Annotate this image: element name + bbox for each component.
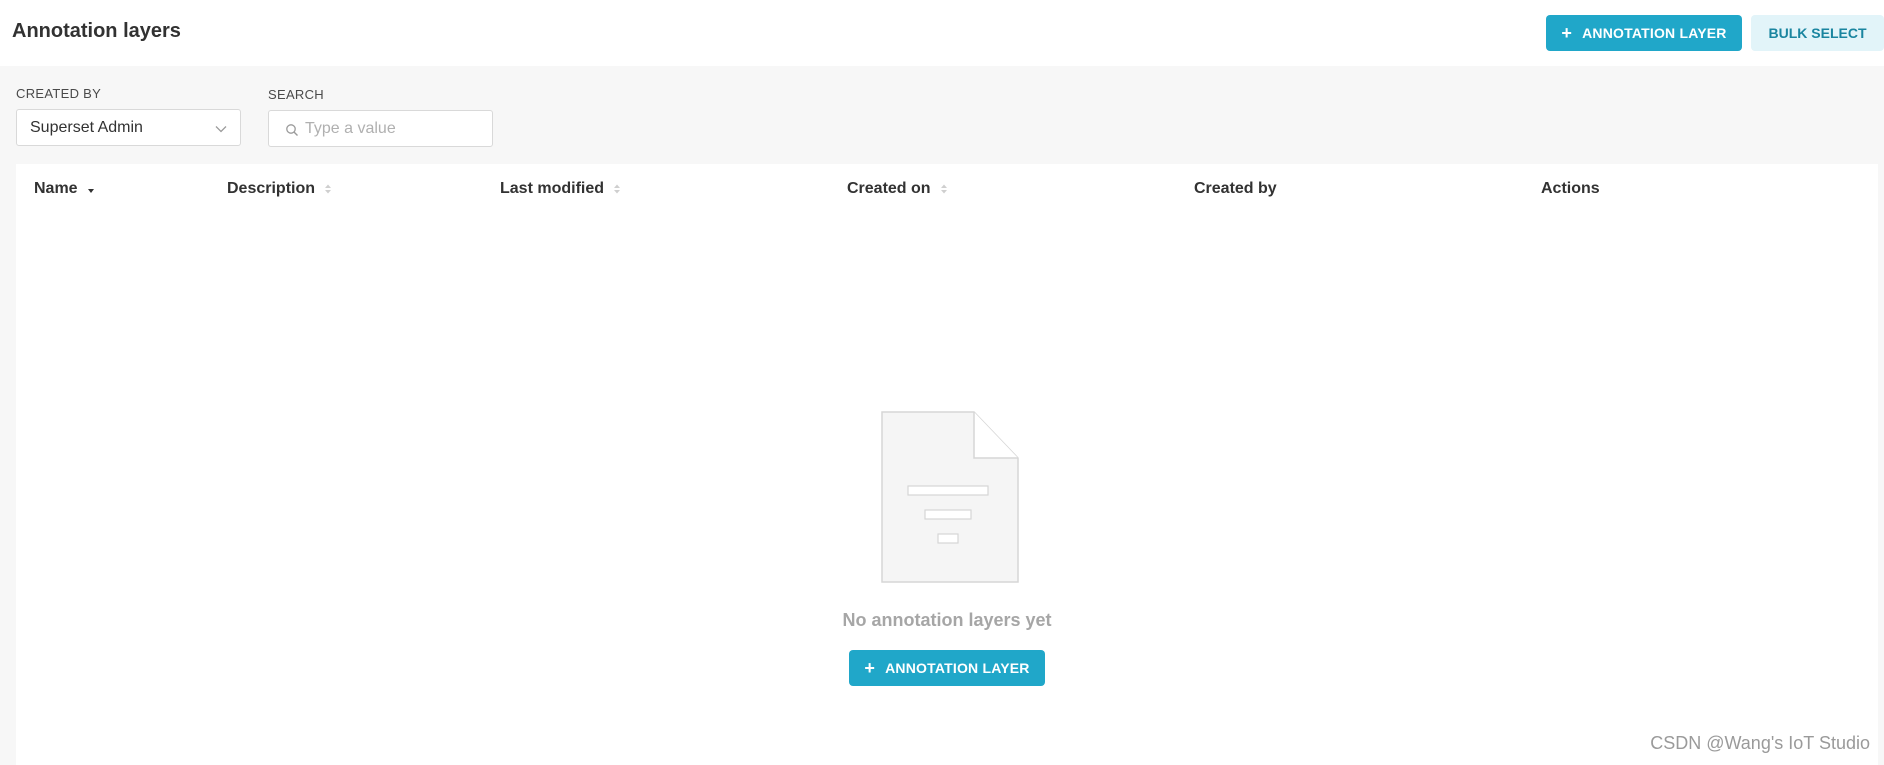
sort-icon xyxy=(614,184,621,194)
created-by-value: Superset Admin xyxy=(30,118,143,136)
column-header-last-modified[interactable]: Last modified xyxy=(500,180,621,198)
plus-icon: + xyxy=(864,658,876,678)
search-input[interactable] xyxy=(305,119,485,138)
bulk-select-button[interactable]: BULK SELECT xyxy=(1751,15,1884,51)
empty-add-annotation-layer-button[interactable]: + ANNOTATION LAYER xyxy=(849,650,1045,686)
column-header-description[interactable]: Description xyxy=(227,180,332,198)
column-header-created-on[interactable]: Created on xyxy=(847,180,948,198)
column-header-name[interactable]: Name xyxy=(34,180,95,198)
empty-document-icon xyxy=(881,411,1019,583)
watermark: CSDN @Wang's IoT Studio xyxy=(1650,733,1870,753)
sort-icon xyxy=(940,184,947,194)
search-icon xyxy=(286,124,298,136)
column-header-label: Created by xyxy=(1194,180,1277,197)
table-panel: Name Description Last modified Created o… xyxy=(16,164,1878,765)
column-header-label: Description xyxy=(227,180,316,197)
sort-icon xyxy=(325,184,332,194)
chevron-down-icon xyxy=(215,126,227,133)
add-annotation-layer-label: ANNOTATION LAYER xyxy=(1582,25,1727,41)
column-header-label: Last modified xyxy=(500,180,605,197)
page-title: Annotation layers xyxy=(12,20,181,42)
column-header-label: Actions xyxy=(1541,180,1600,197)
column-header-actions: Actions xyxy=(1541,180,1600,198)
page-header: Annotation layers + ANNOTATION LAYER BUL… xyxy=(0,0,1884,66)
column-header-created-by: Created by xyxy=(1194,180,1277,198)
column-header-label: Created on xyxy=(847,180,931,197)
sort-desc-icon xyxy=(87,189,94,193)
created-by-select[interactable]: Superset Admin xyxy=(16,109,241,146)
add-annotation-layer-label: ANNOTATION LAYER xyxy=(885,660,1030,676)
created-by-label: CREATED BY xyxy=(16,86,102,101)
column-header-label: Name xyxy=(34,180,78,197)
search-label: SEARCH xyxy=(268,87,324,102)
search-box xyxy=(268,110,493,147)
plus-icon: + xyxy=(1561,23,1573,43)
add-annotation-layer-button[interactable]: + ANNOTATION LAYER xyxy=(1546,15,1742,51)
empty-state-message: No annotation layers yet xyxy=(842,610,1052,630)
